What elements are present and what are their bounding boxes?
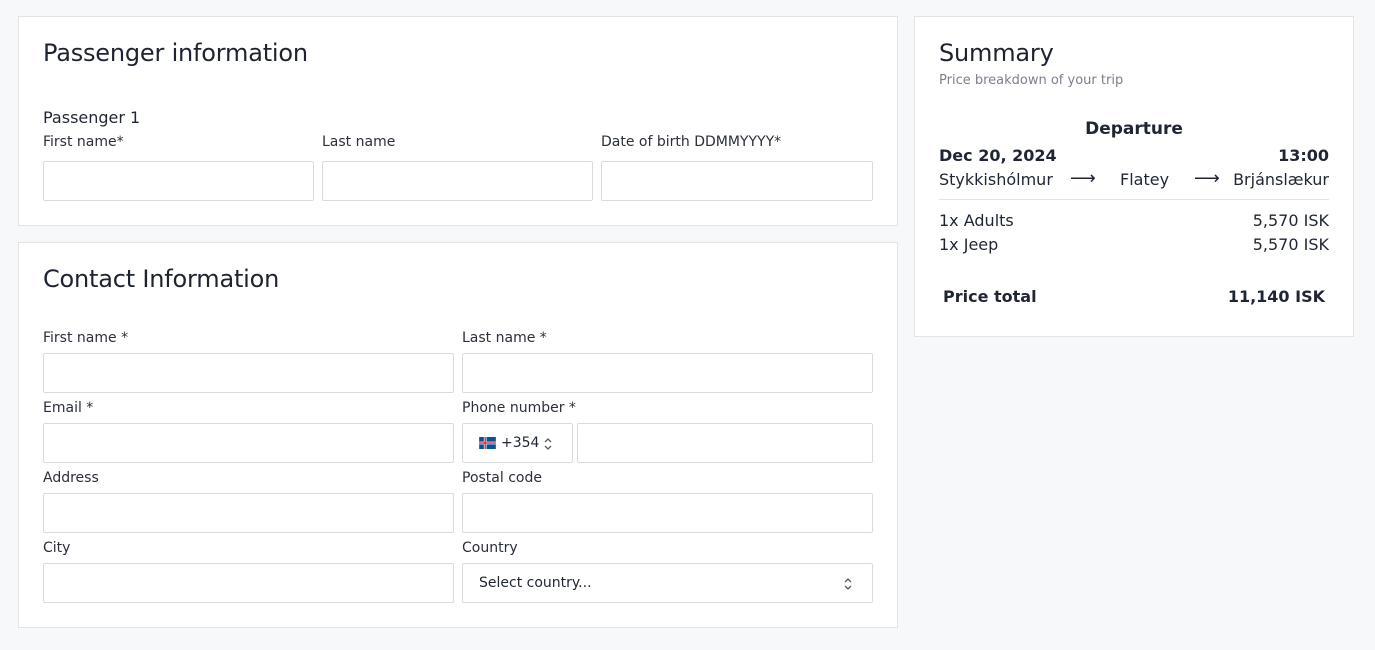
line-item-price: 5,570 ISK	[1252, 211, 1329, 230]
contact-last-name-label: Last name *	[462, 330, 547, 346]
phone-code-value: +354	[501, 435, 540, 451]
summary-card: Summary Price breakdown of your trip Dep…	[914, 16, 1354, 337]
contact-last-name-input[interactable]	[462, 353, 873, 393]
line-item-price: 5,570 ISK	[1252, 235, 1329, 254]
chevron-up-down-icon	[844, 578, 852, 590]
passenger-section-title: Passenger information	[43, 39, 308, 67]
contact-section-title: Contact Information	[43, 265, 280, 293]
postal-code-label: Postal code	[462, 470, 542, 486]
route-stop: Flatey	[1120, 170, 1170, 189]
city-input[interactable]	[43, 563, 454, 603]
arrow-right-icon: ⟶	[1194, 168, 1220, 189]
country-selected-value: Select country...	[479, 575, 592, 591]
email-label: Email *	[43, 400, 94, 416]
address-label: Address	[43, 470, 99, 486]
line-item-label: 1x Adults	[939, 211, 1014, 230]
line-item-label: 1x Jeep	[939, 235, 999, 254]
passenger-1-label: Passenger 1	[43, 108, 141, 127]
contact-first-name-label: First name *	[43, 330, 129, 346]
phone-country-code-select[interactable]: +354	[462, 423, 573, 463]
trip-heading: Departure	[1085, 119, 1183, 139]
city-label: City	[43, 540, 71, 556]
arrow-right-icon: ⟶	[1070, 168, 1096, 189]
price-total-label: Price total	[943, 287, 1037, 306]
passenger-dob-label: Date of birth DDMMYYYY*	[601, 134, 782, 150]
passenger-last-name-label: Last name	[322, 134, 396, 150]
summary-subtitle: Price breakdown of your trip	[939, 73, 1124, 88]
departure-time: 13:00	[1278, 146, 1329, 165]
route-origin: Stykkishólmur	[939, 170, 1053, 189]
email-input[interactable]	[43, 423, 454, 463]
departure-date: Dec 20, 2024	[939, 146, 1057, 165]
summary-title: Summary	[939, 39, 1054, 67]
postal-code-input[interactable]	[462, 493, 873, 533]
address-input[interactable]	[43, 493, 454, 533]
country-label: Country	[462, 540, 518, 556]
contact-first-name-input[interactable]	[43, 353, 454, 393]
passenger-information-card: Passenger information Passenger 1 First …	[18, 16, 898, 226]
route-destination: Brjánslækur	[1233, 170, 1329, 189]
passenger-first-name-input[interactable]	[43, 161, 314, 201]
phone-number-label: Phone number *	[462, 400, 576, 416]
passenger-last-name-input[interactable]	[322, 161, 593, 201]
chevron-up-down-icon	[544, 438, 552, 450]
country-select[interactable]: Select country...	[462, 563, 873, 603]
passenger-dob-input[interactable]	[601, 161, 873, 201]
summary-divider	[939, 199, 1329, 200]
phone-number-input[interactable]	[577, 423, 873, 463]
price-total-value: 11,140 ISK	[1227, 287, 1325, 306]
iceland-flag-icon	[479, 437, 496, 449]
passenger-first-name-label: First name*	[43, 134, 124, 150]
contact-information-card: Contact Information First name * Last na…	[18, 242, 898, 628]
